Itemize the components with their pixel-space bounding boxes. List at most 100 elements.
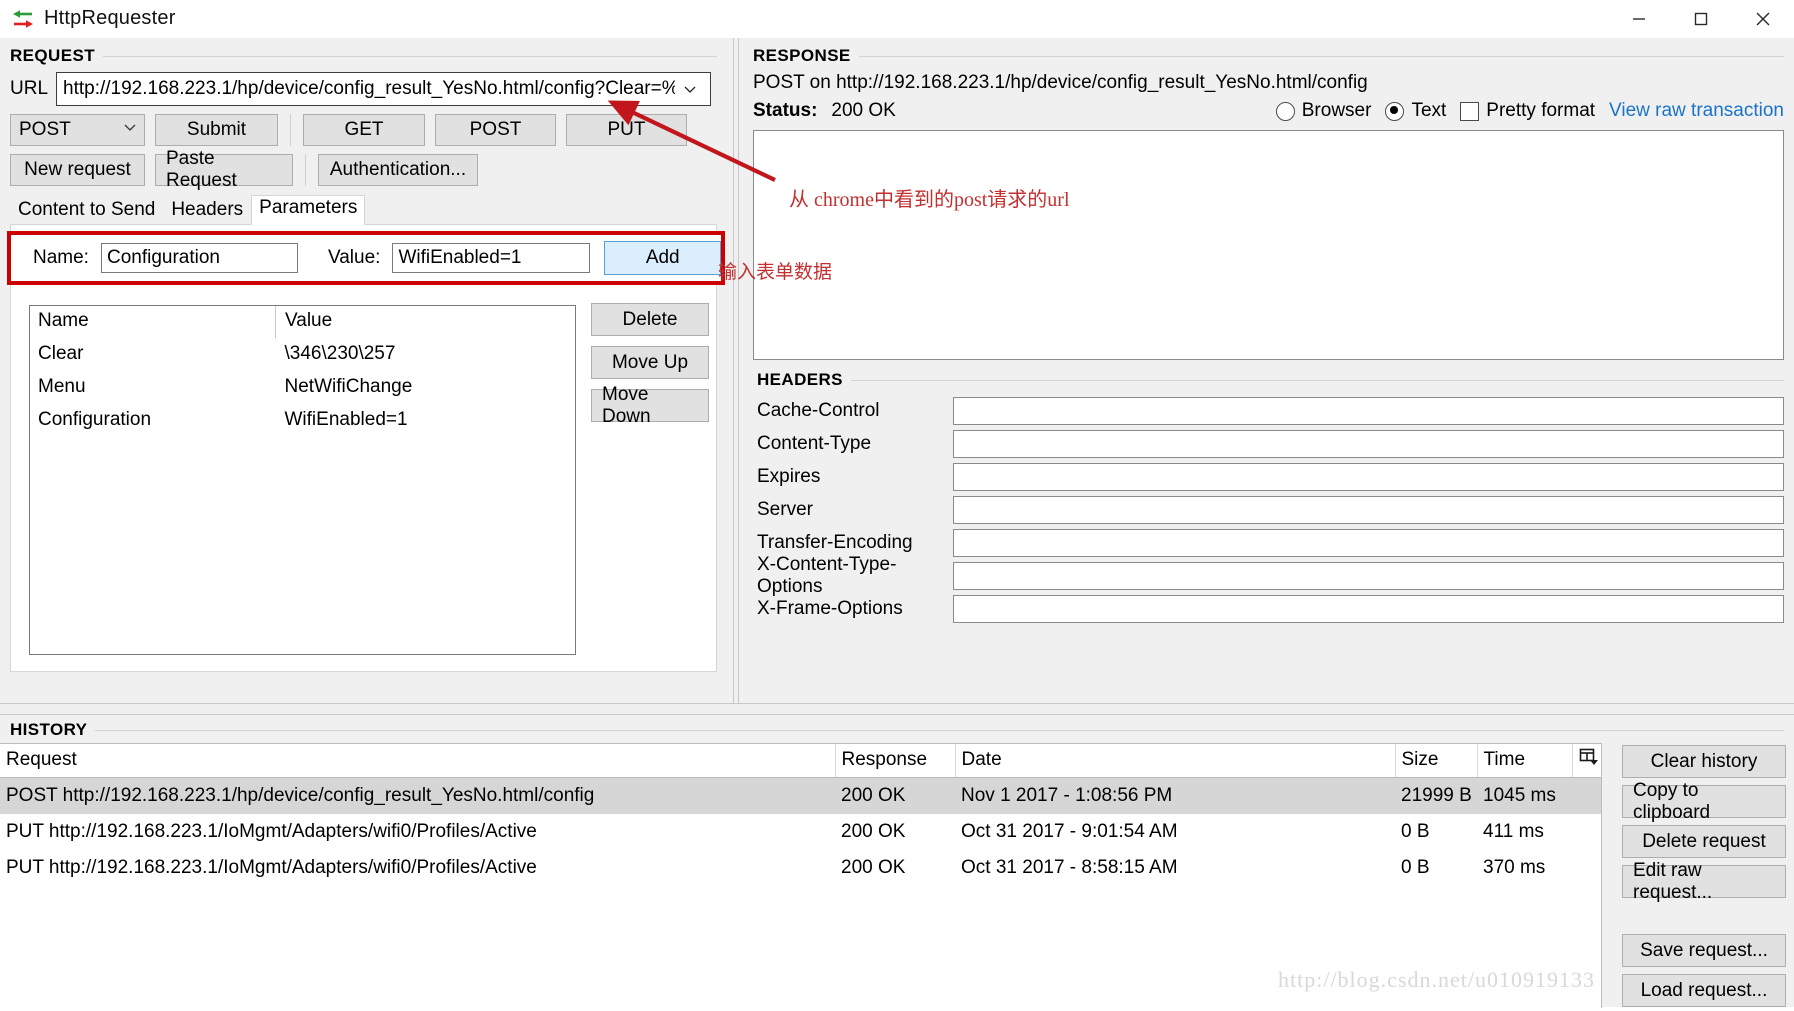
load-request-button[interactable]: Load request... [1622, 974, 1786, 1007]
history-request: PUT http://192.168.223.1/IoMgmt/Adapters… [6, 820, 537, 842]
param-value-input[interactable] [392, 243, 591, 273]
splitter-handle[interactable] [733, 38, 739, 703]
copy-to-clipboard-button[interactable]: Copy to clipboard [1622, 780, 1786, 823]
history-time: 1045 ms [1477, 777, 1572, 814]
header-value-content-type[interactable] [953, 429, 1784, 458]
header-value-x-frame-options[interactable] [953, 594, 1784, 623]
history-date: Nov 1 2017 - 1:08:56 PM [955, 777, 1395, 814]
column-selector-button[interactable] [1572, 744, 1601, 778]
put-button[interactable]: PUT [566, 114, 687, 146]
maximize-icon[interactable] [1670, 0, 1732, 37]
view-raw-transaction-link[interactable]: View raw transaction [1609, 100, 1784, 122]
header-label-x-content-type-options: X-Content-Type-Options [757, 553, 897, 597]
tab-content-to-send[interactable]: Content to Send [10, 196, 163, 224]
delete-request-button[interactable]: Delete request [1622, 825, 1786, 858]
checkbox-icon [1460, 101, 1480, 121]
save-request-button[interactable]: Save request... [1622, 934, 1786, 967]
chevron-down-icon[interactable] [122, 119, 138, 141]
column-header-name[interactable]: Name [30, 306, 276, 338]
param-row-value: WifiEnabled=1 [284, 409, 408, 430]
response-status-row: Status: 200 OK Browser Text Pretty forma… [743, 94, 1794, 122]
header-value-cache-control[interactable] [953, 396, 1784, 425]
radio-text-label: Text [1411, 100, 1447, 121]
header-row: Cache-Control [757, 394, 1784, 427]
header-value-x-content-type-options[interactable] [953, 561, 1784, 590]
tab-headers[interactable]: Headers [163, 196, 251, 224]
parameters-table-container[interactable]: Name Value Clear \346\230\257 Menu NetWi… [29, 305, 576, 655]
history-row-spacer [1572, 777, 1601, 814]
history-size: 21999 B [1395, 777, 1477, 814]
param-name-label: Name: [33, 247, 89, 268]
move-up-button[interactable]: Move Up [591, 346, 709, 379]
minimize-icon[interactable] [1608, 0, 1670, 37]
table-row[interactable]: POST http://192.168.223.1/hp/device/conf… [0, 777, 1601, 814]
delete-parameter-button[interactable]: Delete [591, 303, 709, 336]
status-label: Status: [753, 100, 818, 121]
chevron-down-icon[interactable] [677, 81, 703, 97]
close-icon[interactable] [1732, 0, 1794, 37]
header-value-server[interactable] [953, 495, 1784, 524]
param-row-name: Configuration [38, 409, 152, 430]
submit-button[interactable]: Submit [155, 114, 278, 146]
header-label-transfer-encoding: Transfer-Encoding [757, 531, 913, 553]
post-button[interactable]: POST [435, 114, 556, 146]
window-titlebar: HttpRequester [0, 0, 1794, 38]
column-header-size[interactable]: Size [1395, 744, 1478, 778]
table-row[interactable]: Menu NetWifiChange [30, 371, 575, 404]
history-request: PUT http://192.168.223.1/IoMgmt/Adapters… [6, 856, 537, 878]
authentication-button[interactable]: Authentication... [318, 154, 478, 186]
history-time: 370 ms [1483, 856, 1546, 878]
history-time: 411 ms [1483, 820, 1544, 842]
history-row-spacer [1572, 814, 1601, 850]
method-button-row: POST Submit GET POST PUT [0, 106, 727, 146]
parameters-tab-panel: Name: Value: Add Name Value [7, 224, 725, 672]
param-value-label: Value: [327, 247, 381, 268]
response-panel: RESPONSE POST on http://192.168.223.1/hp… [743, 38, 1794, 703]
table-row[interactable]: PUT http://192.168.223.1/IoMgmt/Adapters… [0, 814, 1601, 850]
response-body-textarea[interactable] [753, 130, 1784, 360]
table-row[interactable]: Configuration WifiEnabled=1 [30, 404, 575, 437]
url-input[interactable] [61, 77, 677, 101]
radio-text[interactable]: Text [1385, 100, 1446, 122]
get-button[interactable]: GET [303, 114, 425, 146]
history-response: 200 OK [841, 820, 906, 842]
radio-browser[interactable]: Browser [1275, 100, 1371, 122]
header-label-content-type: Content-Type [757, 432, 872, 454]
tab-parameters[interactable]: Parameters [251, 195, 366, 225]
header-row: X-Content-Type-Options [757, 554, 1784, 597]
vertical-splitter[interactable] [727, 38, 743, 703]
paste-request-button[interactable]: Paste Request [155, 148, 293, 191]
edit-raw-request-button[interactable]: Edit raw request... [1622, 860, 1786, 903]
horizontal-splitter[interactable] [0, 703, 1794, 715]
response-headers-list: Cache-Control Content-Type Expires Serve… [743, 390, 1794, 625]
checkbox-pretty-format[interactable]: Pretty format [1460, 100, 1595, 122]
column-header-time[interactable]: Time [1477, 744, 1573, 778]
history-table: Request Response Date Size Time POST htt… [0, 744, 1601, 886]
window-controls [1608, 0, 1794, 37]
header-value-expires[interactable] [953, 462, 1784, 491]
history-size: 0 B [1401, 820, 1430, 842]
param-name-input[interactable] [100, 243, 298, 273]
table-row[interactable]: PUT http://192.168.223.1/IoMgmt/Adapters… [0, 850, 1601, 886]
request-tabs: Content to Send Headers Parameters [10, 195, 717, 225]
header-row: Server [757, 493, 1784, 526]
url-combobox[interactable] [56, 72, 711, 106]
status-badge: 200 OK [831, 100, 896, 121]
column-header-date[interactable]: Date [955, 744, 1396, 778]
window-title: HttpRequester [44, 7, 176, 29]
header-value-transfer-encoding[interactable] [953, 528, 1784, 557]
move-down-button[interactable]: Move Down [591, 384, 709, 427]
table-row[interactable]: Clear \346\230\257 [30, 338, 575, 371]
clear-history-button[interactable]: Clear history [1622, 745, 1786, 778]
header-label-server: Server [757, 498, 813, 520]
new-request-button[interactable]: New request [10, 154, 145, 186]
history-row-spacer [1572, 850, 1601, 886]
param-row-value: \346\230\257 [284, 343, 396, 364]
column-header-response[interactable]: Response [835, 744, 956, 778]
add-parameter-button[interactable]: Add [604, 241, 721, 275]
main-split: REQUEST URL POST Submit GET [0, 38, 1794, 703]
table-header-row: Request Response Date Size Time [0, 744, 1601, 778]
method-select[interactable]: POST [10, 114, 145, 146]
column-header-request[interactable]: Request [0, 744, 836, 778]
column-header-value[interactable]: Value [275, 306, 575, 338]
